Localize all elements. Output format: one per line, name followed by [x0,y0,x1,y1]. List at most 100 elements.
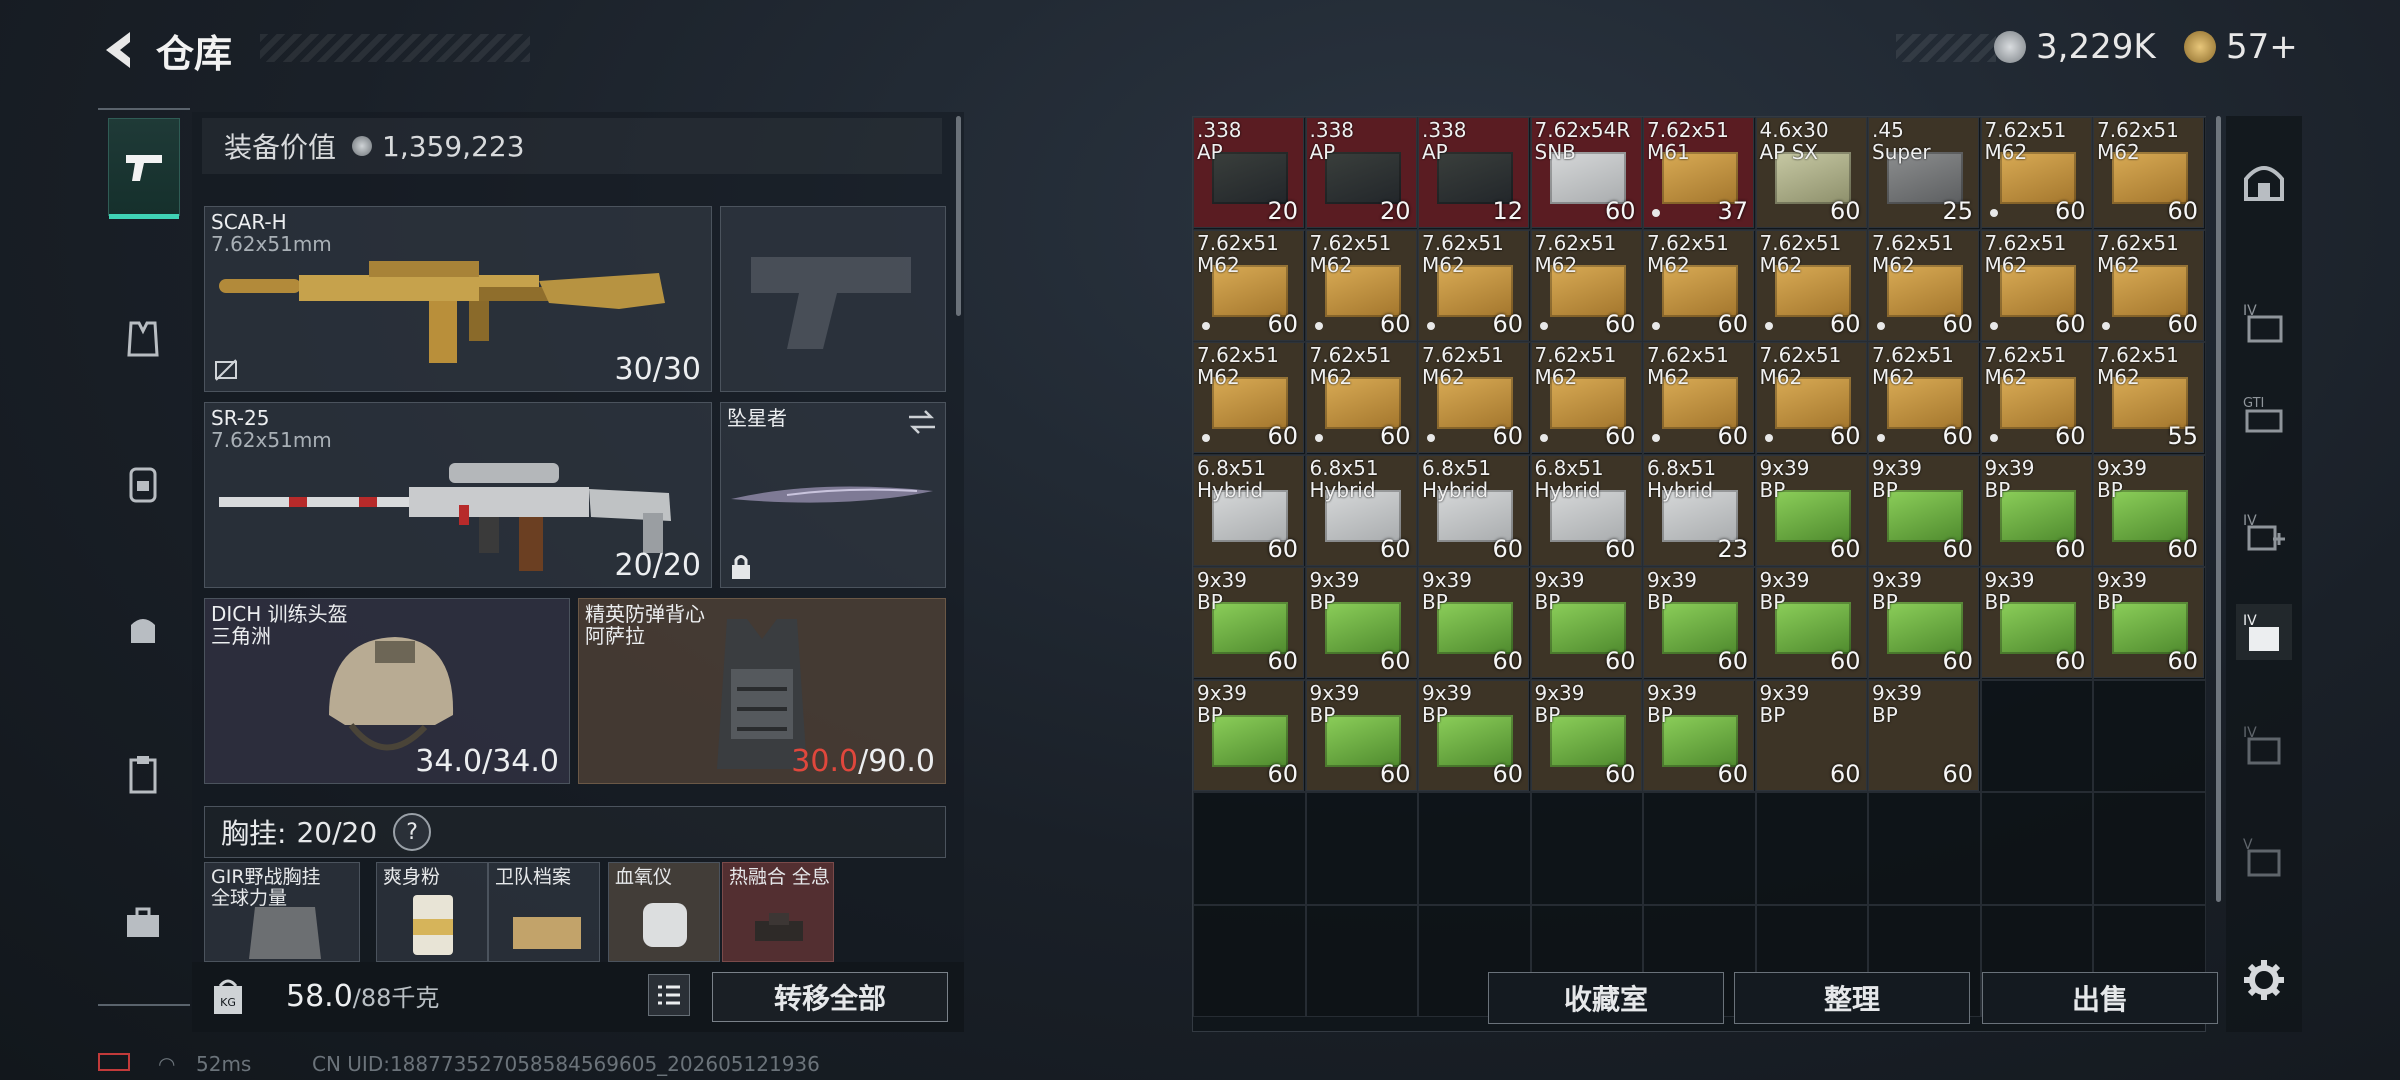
nav-backpack[interactable] [108,448,178,518]
empty-cell[interactable] [1755,792,1868,905]
ammo-item[interactable]: 7.62x51 M62 60 [1193,342,1304,453]
ammo-item[interactable]: 7.62x51 M62 60 [1980,342,2092,453]
ammo-item[interactable]: 7.62x51 M62 60 [1418,342,1529,453]
transfer-all-button[interactable]: 转移全部 [712,972,948,1022]
ammo-item[interactable]: 9x39 BP 60 [1305,567,1417,678]
ammo-item[interactable]: 9x39 BP 60 [1193,679,1304,791]
pouch-item[interactable]: 爽身粉 [376,862,488,962]
ammo-item[interactable]: 9x39 BP 60 [1755,679,1867,791]
ammo-item[interactable]: 6.8x51 Hybrid 23 [1643,454,1754,566]
ammo-item[interactable]: 7.62x51 M62 60 [1755,342,1867,453]
collection-room-button[interactable]: 收藏室 [1488,972,1724,1024]
empty-cell[interactable] [1418,792,1531,905]
ammo-item[interactable]: .338 AP 20 [1193,117,1304,228]
stash-scrollbar[interactable] [2216,116,2221,902]
ammo-item[interactable]: 9x39 BP 60 [1980,567,2092,678]
ammo-item[interactable]: 6.8x51 Hybrid 60 [1530,454,1642,566]
ammo-item[interactable]: 7.62x51 M62 60 [2093,117,2204,228]
ammo-item[interactable]: 9x39 BP 60 [1643,679,1754,791]
pouch-item[interactable]: GIR野战胸挂 全球力量 [204,862,360,962]
ammo-item[interactable]: 9x39 BP 60 [1530,679,1642,791]
empty-cell[interactable] [1980,792,2093,905]
ammo-item[interactable]: 9x39 BP 60 [1418,679,1529,791]
tab-stash-5[interactable]: V [2236,828,2292,884]
back-button[interactable] [96,26,144,74]
ammo-item[interactable]: 9x39 BP 60 [1193,567,1304,678]
ammo-item[interactable]: 9x39 BP 60 [1755,454,1867,566]
ammo-item[interactable]: 9x39 BP 60 [1643,567,1754,678]
ammo-item[interactable]: 7.62x51 M62 60 [1305,342,1417,453]
nav-armor[interactable] [108,304,178,374]
ammo-item[interactable]: 7.62x51 M62 60 [1530,342,1642,453]
ammo-item[interactable]: 7.62x54R SNB 60 [1530,117,1642,228]
nav-clipboard[interactable] [108,740,178,810]
empty-cell[interactable] [1193,904,1306,1017]
nav-toolbox[interactable] [108,888,178,958]
ammo-item[interactable]: 9x39 BP 60 [1868,567,1979,678]
empty-cell[interactable] [1193,792,1306,905]
ammo-item[interactable]: 9x39 BP 60 [1980,454,2092,566]
ammo-item[interactable]: 4.6x30 AP SX 60 [1755,117,1867,228]
empty-cell[interactable] [1868,792,1981,905]
list-view-button[interactable] [648,974,690,1016]
armor-slot[interactable]: 精英防弹背心 阿萨拉 30.0/90.0 [578,598,946,784]
ammo-item[interactable]: 7.62x51 M62 60 [1530,229,1642,341]
ammo-item[interactable]: 9x39 BP 60 [1305,679,1417,791]
nav-pouch[interactable] [108,594,178,664]
ammo-item[interactable]: 6.8x51 Hybrid 60 [1305,454,1417,566]
ammo-item[interactable]: 7.62x51 M62 60 [1980,117,2092,228]
currency-coins[interactable]: 3,229K [1994,24,2156,70]
ammo-item[interactable]: 7.62x51 M62 60 [1418,229,1529,341]
ammo-item[interactable]: 6.8x51 Hybrid 60 [1418,454,1529,566]
tab-stash-4a[interactable]: IV [2236,294,2292,350]
primary-weapon-slot[interactable]: SCAR-H 7.62x51mm 30/30 [204,206,712,392]
settings-button[interactable] [2236,952,2292,1008]
ammo-item[interactable]: 7.62x51 M62 60 [1868,229,1979,341]
empty-cell[interactable] [2093,792,2206,905]
pouch-item[interactable]: 血氧仪 [608,862,720,962]
ammo-item[interactable]: 9x39 BP 60 [2093,567,2204,678]
ammo-item[interactable]: .338 AP 20 [1305,117,1417,228]
ammo-item[interactable]: 7.62x51 M62 60 [1755,229,1867,341]
empty-cell[interactable] [1530,792,1643,905]
ammo-item[interactable]: 7.62x51 M62 55 [2093,342,2204,453]
ammo-item[interactable]: 9x39 BP 60 [1868,679,1979,791]
sidearm-slot-empty[interactable] [720,206,946,392]
tab-stash-4b[interactable]: IV [2236,504,2292,560]
ammo-item[interactable]: .338 AP 12 [1418,117,1529,228]
ammo-item[interactable]: .45 Super 25 [1868,117,1979,228]
ammo-item[interactable]: 7.62x51 M61 37 [1643,117,1754,228]
ammo-item[interactable]: 7.62x51 M62 60 [1193,229,1304,341]
empty-cell[interactable] [1643,792,1756,905]
currency-tickets[interactable]: 57+ [2184,24,2298,70]
ammo-item[interactable]: 9x39 BP 60 [1868,454,1979,566]
pouch-item[interactable]: 热融合 全息 [722,862,834,962]
tab-stash-gti[interactable]: GTI [2236,386,2292,442]
ammo-item[interactable]: 6.8x51 Hybrid 60 [1193,454,1304,566]
ammo-item[interactable]: 7.62x51 M62 60 [1868,342,1979,453]
nav-weapons[interactable] [108,118,180,219]
ammo-item[interactable]: 7.62x51 M62 60 [1643,229,1754,341]
ammo-item[interactable]: 7.62x51 M62 60 [1980,229,2092,341]
tab-stash-4c[interactable]: IV [2236,604,2292,660]
ammo-item[interactable]: 7.62x51 M62 60 [1305,229,1417,341]
pouch-item[interactable]: 卫队档案 [488,862,600,962]
empty-cell[interactable] [1305,792,1418,905]
empty-cell[interactable] [1980,679,2093,792]
tab-home[interactable] [2236,152,2292,208]
sell-button[interactable]: 出售 [1982,972,2218,1024]
helmet-slot[interactable]: DICH 训练头盔 三角洲 34.0/34.0 [204,598,570,784]
ammo-item[interactable]: 9x39 BP 60 [2093,454,2204,566]
tab-stash-4d[interactable]: IV [2236,716,2292,772]
help-button[interactable]: ? [393,813,432,851]
ammo-item[interactable]: 9x39 BP 60 [1418,567,1529,678]
empty-cell[interactable] [2093,679,2206,792]
ammo-item[interactable]: 9x39 BP 60 [1530,567,1642,678]
equipment-scrollbar[interactable] [956,116,961,316]
secondary-weapon-slot[interactable]: SR-25 7.62x51mm 20/20 [204,402,712,588]
empty-cell[interactable] [1305,904,1418,1017]
sort-button[interactable]: 整理 [1734,972,1970,1024]
melee-slot[interactable]: 坠星者 [720,402,946,588]
ammo-item[interactable]: 7.62x51 M62 60 [2093,229,2204,341]
ammo-item[interactable]: 7.62x51 M62 60 [1643,342,1754,453]
